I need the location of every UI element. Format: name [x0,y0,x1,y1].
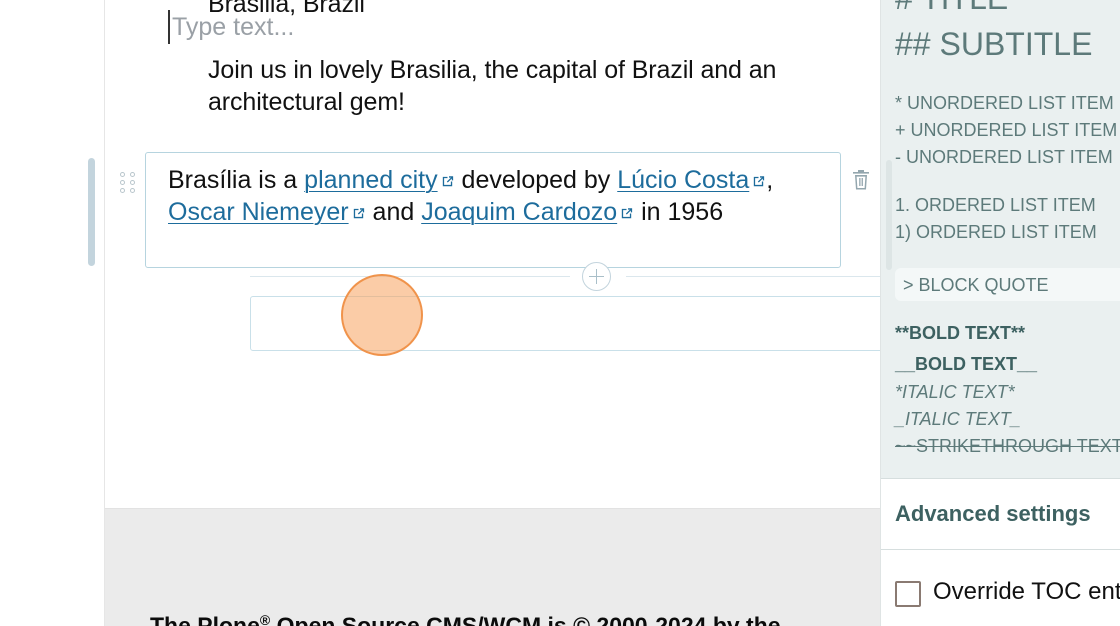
advanced-settings-title: Advanced settings [895,501,1091,526]
drag-handle-icon[interactable] [120,172,136,193]
block-sep1: , [766,166,774,194]
external-link-icon [619,198,634,229]
cheatsheet-italic-1: *ITALIC TEXT* [895,382,1015,402]
paragraph-cut-top[interactable]: Brasilia, Brazil [208,0,808,20]
link-planned-city[interactable]: planned city [304,166,437,194]
block-prefix: Brasília is a [168,166,305,194]
page-scrollbar-thumb[interactable] [88,158,95,266]
cheatsheet-unordered-1: * UNORDERED LIST ITEM [895,93,1114,113]
markdown-cheatsheet: # TITLE ## SUBTITLE * UNORDERED LIST ITE… [881,0,1120,478]
external-link-icon [351,198,366,229]
cheatsheet-blockquote: > BLOCK QUOTE [895,268,1120,301]
page-scrollbar-track[interactable] [88,0,95,626]
text-caret [168,10,170,44]
cheatsheet-bold-2: __BOLD TEXT__ [895,354,1038,374]
advanced-settings-header[interactable]: Advanced settings [881,478,1120,550]
cheatsheet-bold-1: **BOLD TEXT** [895,323,1026,343]
screen: Brasilia, Brazil Join us in lovely Brasi… [0,0,1120,626]
block-mid1: developed by [454,166,618,194]
override-toc-checkbox[interactable] [895,581,921,607]
cheatsheet-unordered-3: - UNORDERED LIST ITEM [895,147,1113,167]
cheatsheet-blockquote-label: > BLOCK QUOTE [903,275,1049,295]
text-block-content[interactable]: Brasília is a planned city developed by … [168,165,778,229]
cheatsheet-strikethrough: ~~STRIKETHROUGH TEXT~~ [895,436,1120,456]
external-link-icon [440,166,455,197]
footer-copyright-post: Open Source CMS/WCM is © 2000-2024 by th… [270,612,781,626]
click-indicator [341,274,423,356]
block-suffix: in 1956 [634,198,724,226]
cheatsheet-unordered-2: + UNORDERED LIST ITEM [895,120,1118,140]
override-toc-row: Override TOC entry [881,550,1120,626]
new-block-placeholder: Type text... [172,13,295,41]
plus-circle-icon[interactable] [582,262,611,291]
registered-mark: ® [259,612,271,626]
footer-copyright-pre: The Plone [150,612,260,626]
cheatsheet-ordered-1: 1. ORDERED LIST ITEM [895,195,1096,215]
trash-icon[interactable] [850,168,872,192]
cheatsheet-subtitle: ## SUBTITLE [895,26,1093,62]
external-link-icon [751,166,766,197]
footer-band: The Plone® Open Source CMS/WCM is © 2000… [105,508,880,626]
cheatsheet-title: # TITLE [895,0,1120,18]
link-lucio-costa[interactable]: Lúcio Costa [617,166,749,194]
cheatsheet-italic-2: _ITALIC TEXT_ [895,409,1021,429]
cheatsheet-scrollbar-thumb[interactable] [886,160,892,270]
link-joaquim-cardozo[interactable]: Joaquim Cardozo [421,198,617,226]
override-toc-label: Override TOC entry [933,578,1120,605]
block-mid2: and [365,198,422,226]
right-sidebar: # TITLE ## SUBTITLE * UNORDERED LIST ITE… [880,0,1120,626]
editor-area: Brasilia, Brazil Join us in lovely Brasi… [105,0,946,508]
footer-copyright: The Plone® Open Source CMS/WCM is © 2000… [150,612,910,626]
paragraph-intro[interactable]: Join us in lovely Brasilia, the capital … [208,54,808,118]
cheatsheet-ordered-2: 1) ORDERED LIST ITEM [895,222,1097,242]
link-oscar-niemeyer[interactable]: Oscar Niemeyer [168,198,349,226]
